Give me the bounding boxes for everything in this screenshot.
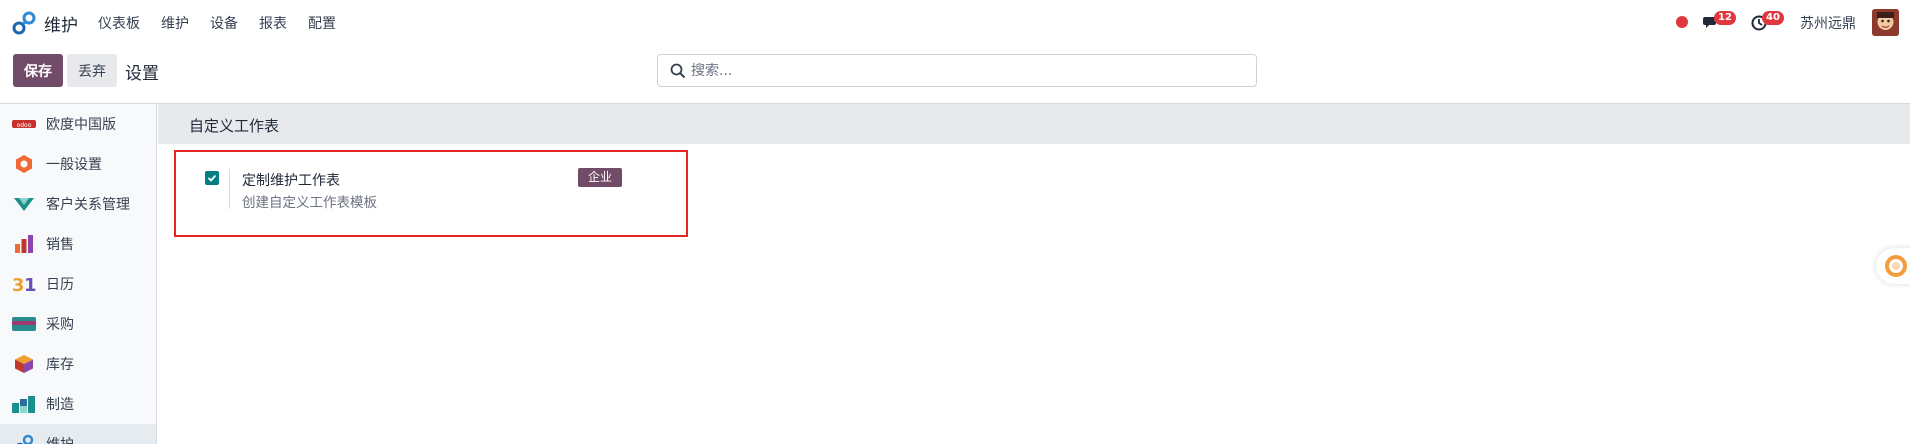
sidebar-item-odoo-china[interactable]: odoo 欧度中国版	[0, 104, 156, 144]
calendar-icon: 31	[12, 272, 36, 296]
sales-icon	[12, 232, 36, 256]
menu-equipment[interactable]: 设备	[210, 13, 238, 33]
page-title: 设置	[125, 64, 159, 84]
assistant-icon	[1885, 255, 1907, 277]
crm-icon	[12, 192, 36, 216]
sidebar-item-crm[interactable]: 客户关系管理	[0, 184, 156, 224]
activity-count-badge: 40	[1762, 11, 1784, 25]
inventory-icon	[12, 352, 36, 376]
main-menu: 仪表板 维护 设备 报表 配置	[98, 13, 357, 33]
recording-dot-icon[interactable]	[1676, 16, 1688, 28]
worksheet-checkbox[interactable]	[205, 171, 219, 185]
sidebar-item-label: 日历	[46, 277, 74, 293]
svg-text:3: 3	[12, 275, 25, 294]
setting-description: 创建自定义工作表模板	[242, 195, 377, 211]
discard-button[interactable]: 丢弃	[67, 54, 117, 87]
control-panel: 保存 丢弃 设置	[0, 46, 1910, 104]
odoo-china-icon: odoo	[12, 112, 36, 136]
sidebar-item-label: 客户关系管理	[46, 197, 130, 213]
sidebar-item-purchase[interactable]: 采购	[0, 304, 156, 344]
menu-maintenance[interactable]: 维护	[161, 13, 189, 33]
maintenance-app-icon[interactable]	[12, 11, 36, 35]
general-settings-icon	[12, 152, 36, 176]
setting-title: 定制维护工作表	[242, 173, 340, 189]
top-navbar: 维护 仪表板 维护 设备 报表 配置 12 40 苏州远鼎	[0, 0, 1910, 46]
sidebar-item-label: 欧度中国版	[46, 117, 116, 133]
svg-text:odoo: odoo	[17, 122, 32, 129]
svg-text:1: 1	[24, 275, 36, 294]
maintenance-icon	[12, 432, 36, 444]
save-button[interactable]: 保存	[13, 54, 63, 87]
manufacturing-icon	[12, 392, 36, 416]
menu-reporting[interactable]: 报表	[259, 13, 287, 33]
company-switcher[interactable]: 苏州远鼎	[1800, 13, 1856, 33]
assistant-button[interactable]	[1876, 248, 1910, 284]
sidebar-item-general-settings[interactable]: 一般设置	[0, 144, 156, 184]
section-header: 自定义工作表	[158, 104, 1910, 144]
sidebar-item-label: 销售	[46, 237, 74, 253]
search-input[interactable]	[691, 59, 1231, 83]
search-icon	[670, 63, 686, 79]
sidebar-item-label: 制造	[46, 397, 74, 413]
sidebar-item-label: 采购	[46, 317, 74, 333]
sidebar-item-label: 库存	[46, 357, 74, 373]
menu-dashboard[interactable]: 仪表板	[98, 13, 140, 33]
user-avatar[interactable]	[1872, 9, 1899, 36]
sidebar-item-sales[interactable]: 销售	[0, 224, 156, 264]
settings-sidebar: odoo 欧度中国版 一般设置 客户关系管理 销售 31 日历 采购 库存 制造	[0, 104, 157, 444]
checkmark-icon	[207, 174, 217, 182]
menu-configuration[interactable]: 配置	[308, 13, 336, 33]
sidebar-item-label: 一般设置	[46, 157, 102, 173]
purchase-icon	[12, 312, 36, 336]
search-box[interactable]	[657, 54, 1257, 87]
enterprise-badge: 企业	[578, 168, 622, 187]
sidebar-item-maintenance[interactable]: 维护	[0, 424, 156, 444]
sidebar-item-label: 维护	[46, 434, 74, 444]
setting-divider	[229, 169, 230, 209]
sidebar-item-inventory[interactable]: 库存	[0, 344, 156, 384]
app-name[interactable]: 维护	[44, 11, 78, 36]
section-title: 自定义工作表	[189, 117, 280, 135]
chat-count-badge: 12	[1714, 11, 1736, 25]
sidebar-item-calendar[interactable]: 31 日历	[0, 264, 156, 304]
sidebar-item-manufacturing[interactable]: 制造	[0, 384, 156, 424]
